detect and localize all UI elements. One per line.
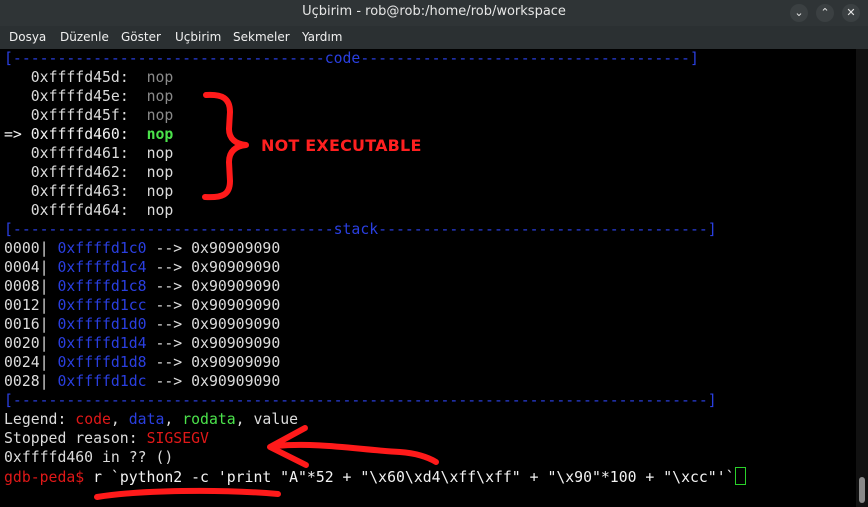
- stack-line: 0004| 0xffffd1c4 --> 0x90909090: [4, 259, 281, 276]
- code-line-current: => 0xffffd460: nop: [4, 126, 174, 143]
- text-cursor: [734, 467, 746, 485]
- code-line: 0xffffd45d: nop: [30, 69, 174, 86]
- stack-line: 0020| 0xffffd1d4 --> 0x90909090: [4, 335, 281, 352]
- close-button[interactable]: ✕: [842, 4, 860, 22]
- command-prompt-line[interactable]: gdb-peda$ r `python2 -c 'print "A"*52 + …: [4, 467, 746, 486]
- stop-signal: SIGSEGV: [146, 430, 209, 447]
- stack-line: 0016| 0xffffd1d0 --> 0x90909090: [4, 316, 281, 333]
- stack-line: 0008| 0xffffd1c8 --> 0x90909090: [4, 278, 281, 295]
- command-input[interactable]: r `python2 -c 'print "A"*52 + "\x60\xd4\…: [93, 469, 734, 486]
- menu-goster[interactable]: Göster: [121, 30, 161, 44]
- stopped-reason-line: Stopped reason: SIGSEGV: [4, 430, 209, 447]
- location-line: 0xffffd460 in ?? (): [4, 449, 174, 466]
- stack-line: 0028| 0xffffd1dc --> 0x90909090: [4, 373, 281, 390]
- prompt-label: gdb-peda$: [4, 469, 85, 486]
- stack-section-header: [------------------------------------sta…: [4, 221, 717, 238]
- annotation-note: NOT EXECUTABLE: [261, 136, 422, 155]
- menu-duzenle[interactable]: Düzenle: [60, 30, 109, 44]
- window-title: Uçbirim - rob@rob:/home/rob/workspace: [302, 4, 566, 19]
- legend-line: Legend: code, data, rodata, value: [4, 411, 299, 428]
- menu-ucbirim[interactable]: Uçbirim: [175, 30, 221, 44]
- chevron-up-icon: ⌃: [820, 6, 830, 19]
- chevron-down-icon: ⌄: [794, 6, 804, 19]
- close-icon: ✕: [846, 6, 856, 19]
- code-section-header: [-----------------------------------code…: [4, 50, 699, 67]
- maximize-button[interactable]: ⌃: [816, 4, 834, 22]
- scrollbar-thumb[interactable]: [859, 477, 865, 503]
- current-instruction-arrow: =>: [4, 126, 22, 143]
- terminal-scrollbar[interactable]: [856, 49, 868, 507]
- menu-sekmeler[interactable]: Sekmeler: [233, 30, 290, 44]
- code-line: 0xffffd463: nop: [30, 183, 174, 200]
- menu-yardim[interactable]: Yardım: [302, 30, 342, 44]
- code-line: 0xffffd461: nop: [30, 145, 174, 162]
- menubar: Dosya Düzenle Göster Uçbirim Sekmeler Ya…: [0, 26, 868, 49]
- window-titlebar: Uçbirim - rob@rob:/home/rob/workspace ⌄ …: [0, 0, 868, 26]
- section-separator: [---------------------------------------…: [4, 392, 717, 409]
- code-line: 0xffffd45f: nop: [30, 107, 174, 124]
- code-line: 0xffffd45e: nop: [30, 88, 174, 105]
- stack-line: 0012| 0xffffd1cc --> 0x90909090: [4, 297, 281, 314]
- terminal-output[interactable]: [-----------------------------------code…: [0, 49, 856, 507]
- stack-line: 0000| 0xffffd1c0 --> 0x90909090: [4, 240, 281, 257]
- menu-dosya[interactable]: Dosya: [9, 30, 46, 44]
- minimize-button[interactable]: ⌄: [790, 4, 808, 22]
- code-line: 0xffffd462: nop: [30, 164, 174, 181]
- stack-line: 0024| 0xffffd1d8 --> 0x90909090: [4, 354, 281, 371]
- code-line: 0xffffd464: nop: [30, 202, 174, 219]
